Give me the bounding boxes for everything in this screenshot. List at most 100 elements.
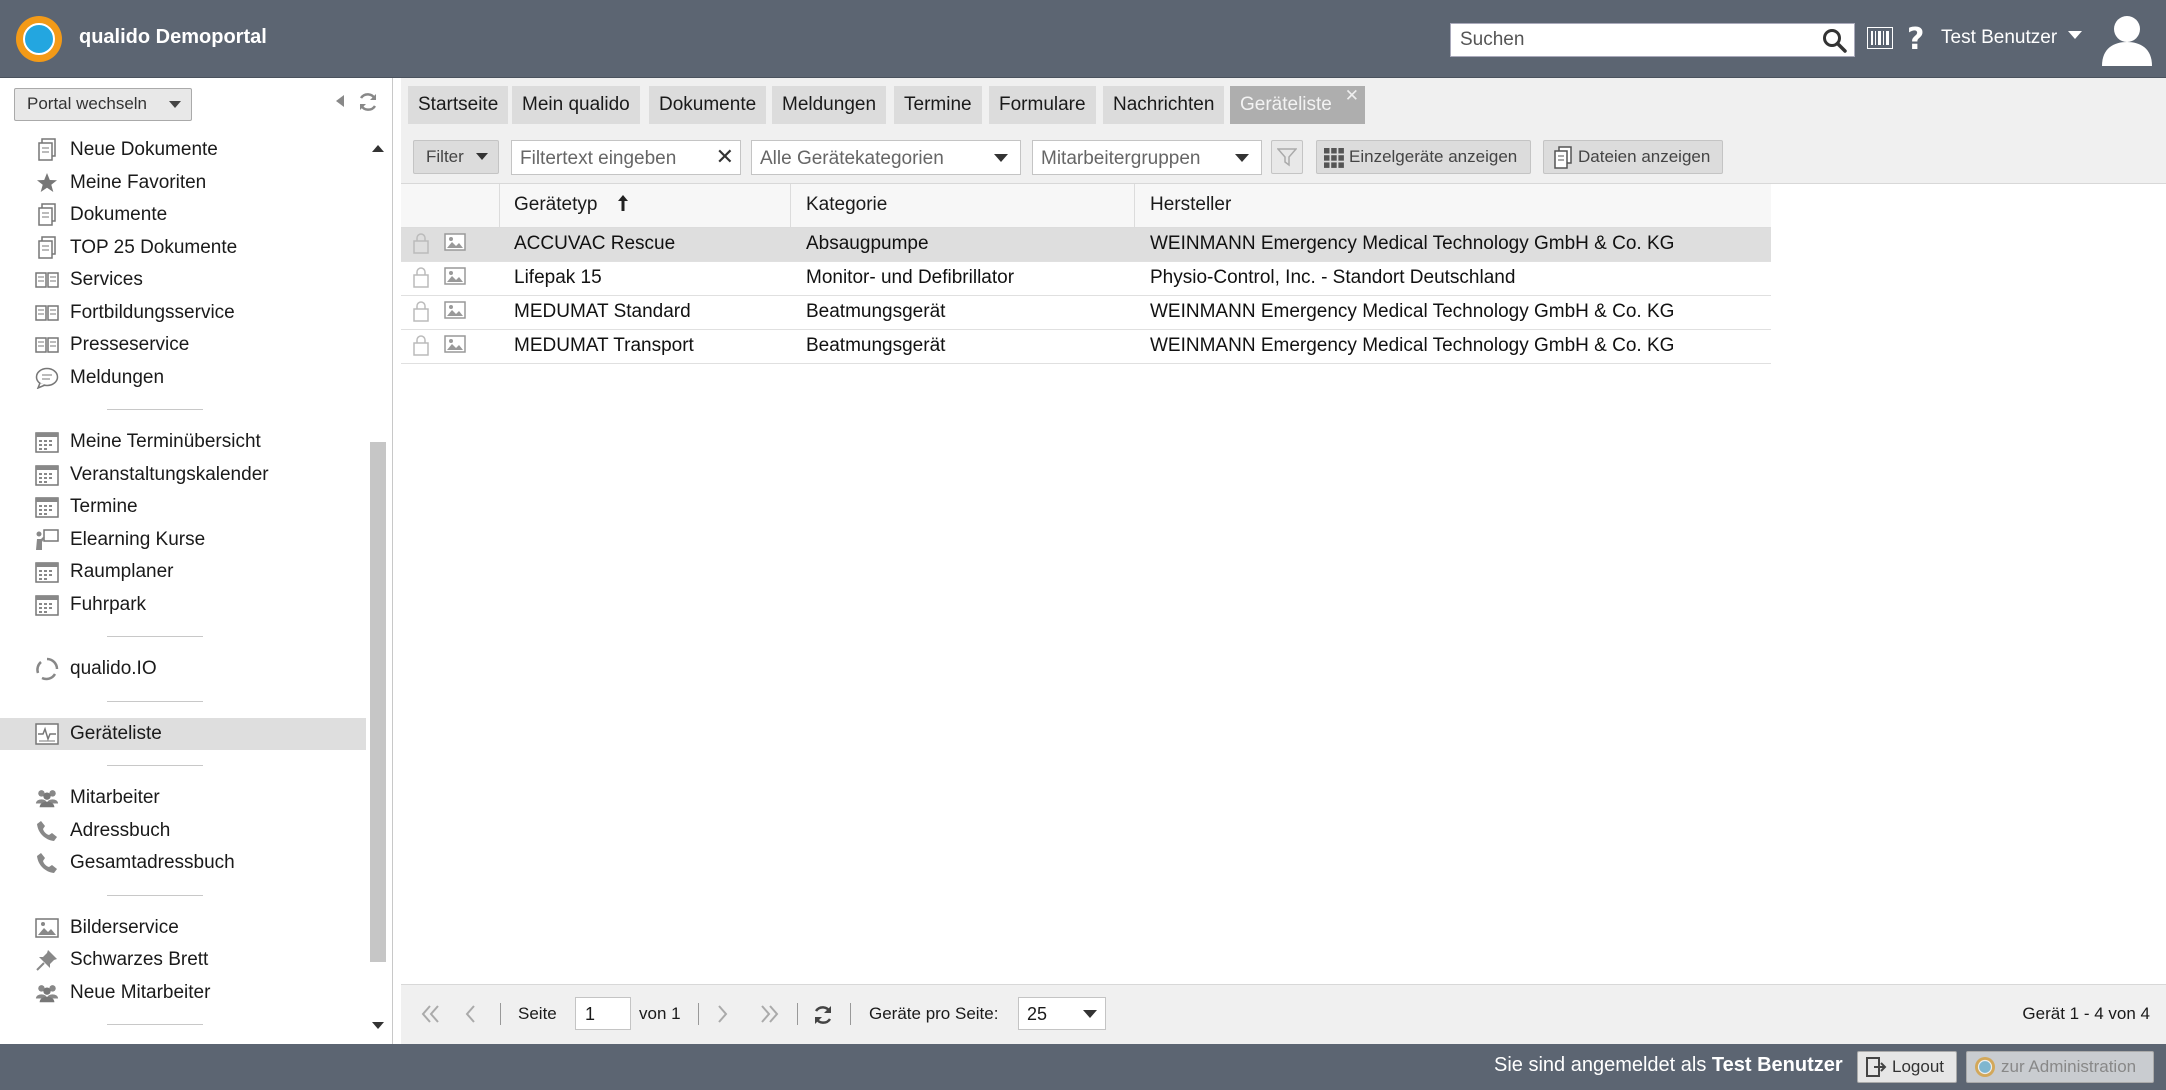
refresh-icon[interactable] — [811, 1003, 835, 1027]
sidebar-separator — [0, 394, 366, 426]
sidebar-item-neue-mitarbeiter[interactable]: Neue Mitarbeiter — [0, 977, 366, 1010]
sidebar-item-fortbildungsservice[interactable]: Fortbildungsservice — [0, 297, 366, 330]
close-icon[interactable]: ✕ — [1345, 86, 1359, 106]
logout-label: Logout — [1892, 1057, 1944, 1076]
tab-startseite[interactable]: Startseite — [408, 86, 509, 124]
image-icon[interactable] — [444, 335, 466, 353]
chevron-down-icon — [1083, 1010, 1097, 1018]
logout-button[interactable]: Logout — [1857, 1051, 1957, 1083]
table-row[interactable]: Lifepak 15 Monitor- und Defibrillator Ph… — [401, 262, 1771, 296]
sidebar-item-geraeteliste[interactable]: Geräteliste — [0, 717, 366, 750]
sidebar-item-schwarzes-brett[interactable]: Schwarzes Brett — [0, 944, 366, 977]
tab-meldungen[interactable]: Meldungen — [772, 86, 887, 124]
sidebar-item-elearning-kurse[interactable]: Elearning Kurse — [0, 524, 366, 557]
calendar-icon — [35, 430, 59, 454]
sidebar-item-dokumente[interactable]: Dokumente — [0, 199, 366, 232]
tab-mein-qualido[interactable]: Mein qualido — [512, 86, 640, 124]
scroll-down-icon[interactable] — [372, 1022, 384, 1030]
search-input[interactable] — [1451, 24, 1811, 56]
column-header-geraetetyp[interactable]: Gerätetyp — [514, 194, 629, 216]
sidebar-item-fuhrpark[interactable]: Fuhrpark — [0, 589, 366, 622]
refresh-icon[interactable] — [357, 91, 379, 113]
cell-hersteller: WEINMANN Emergency Medical Technology Gm… — [1150, 233, 1675, 254]
scroll-up-icon[interactable] — [372, 144, 384, 152]
document-lock-icon[interactable] — [411, 233, 431, 255]
portal-switch-button[interactable]: Portal wechseln — [14, 88, 192, 121]
collapse-sidebar-icon[interactable] — [336, 95, 345, 107]
sort-ascending-icon[interactable] — [617, 194, 629, 212]
logout-icon — [1866, 1057, 1887, 1077]
sidebar-item-adressbuch[interactable]: Adressbuch — [0, 815, 366, 848]
sidebar-item-termine[interactable]: Termine — [0, 491, 366, 524]
table-row[interactable]: MEDUMAT Standard Beatmungsgerät WEINMANN… — [401, 296, 1771, 330]
document-lock-icon[interactable] — [411, 301, 431, 323]
sidebar-item-gesamtadressbuch[interactable]: Gesamtadressbuch — [0, 847, 366, 880]
files-button[interactable]: Dateien anzeigen — [1543, 140, 1723, 174]
table-row[interactable]: ACCUVAC Rescue Absaugpumpe WEINMANN Emer… — [401, 228, 1771, 262]
user-name[interactable]: Test Benutzer — [1941, 27, 2057, 49]
pin-icon — [35, 948, 59, 972]
cell-hersteller: WEINMANN Emergency Medical Technology Gm… — [1150, 335, 1675, 356]
page-number-input[interactable]: 1 — [575, 997, 631, 1030]
top-header: qualido Demoportal ? Test Benutzer — [0, 0, 2166, 78]
image-icon[interactable] — [444, 301, 466, 319]
sidebar-item-label: Termine — [70, 496, 138, 518]
qualido-logo[interactable] — [16, 16, 62, 62]
search-icon[interactable] — [1822, 28, 1848, 54]
avatar[interactable] — [2100, 12, 2154, 66]
tab-nachrichten[interactable]: Nachrichten — [1103, 86, 1225, 124]
help-icon[interactable]: ? — [1905, 22, 1925, 54]
cell-hersteller: Physio-Control, Inc. - Standort Deutschl… — [1150, 267, 1516, 288]
first-page-icon[interactable] — [421, 1005, 441, 1023]
table-row[interactable]: MEDUMAT Transport Beatmungsgerät WEINMAN… — [401, 330, 1771, 364]
next-page-icon[interactable] — [717, 1005, 729, 1023]
filter-button[interactable]: Filter — [413, 140, 499, 174]
filter-text-field[interactable]: Filtertext eingeben ✕ — [511, 140, 741, 175]
category-select[interactable]: Alle Gerätekategorien — [751, 140, 1021, 175]
sidebar-item-meldungen[interactable]: Meldungen — [0, 362, 366, 395]
device-icon — [35, 722, 59, 746]
files-button-label: Dateien anzeigen — [1578, 147, 1711, 166]
pager-divider — [797, 1003, 798, 1025]
sidebar-item-neue-dokumente[interactable]: Neue Dokumente — [0, 134, 366, 167]
administration-button[interactable]: zur Administration — [1966, 1051, 2154, 1083]
chevron-down-icon[interactable] — [2068, 30, 2082, 40]
employee-group-select[interactable]: Mitarbeitergruppen — [1032, 140, 1262, 175]
clear-icon[interactable]: ✕ — [716, 144, 734, 170]
tab-geraeteliste[interactable]: Geräteliste ✕ — [1230, 86, 1365, 124]
login-status: Sie sind angemeldet als Test Benutzer — [1494, 1054, 1843, 1077]
sidebar-scrollbar-thumb[interactable] — [370, 442, 386, 962]
sidebar-item-services[interactable]: Services — [0, 264, 366, 297]
sidebar-item-mitarbeiter[interactable]: Mitarbeiter — [0, 782, 366, 815]
image-icon[interactable] — [444, 233, 466, 251]
column-header-kategorie[interactable]: Kategorie — [806, 194, 887, 216]
sidebar-item-label: Neue Mitarbeiter — [70, 981, 211, 1003]
sidebar-item-label: Meldungen — [70, 366, 165, 388]
document-icon — [35, 203, 59, 227]
document-icon — [35, 138, 59, 162]
image-icon[interactable] — [444, 267, 466, 285]
sidebar-nav: Neue Dokumente Meine Favoriten Dokumente… — [0, 134, 366, 1041]
single-devices-button[interactable]: Einzelgeräte anzeigen — [1316, 140, 1531, 174]
column-divider — [1134, 184, 1135, 228]
page-count-label: von 1 — [639, 1004, 681, 1023]
document-lock-icon[interactable] — [411, 267, 431, 289]
sidebar-item-presseservice[interactable]: Presseservice — [0, 329, 366, 362]
document-lock-icon[interactable] — [411, 335, 431, 357]
last-page-icon[interactable] — [759, 1005, 779, 1023]
barcode-icon[interactable] — [1867, 27, 1893, 49]
apply-filter-button[interactable] — [1271, 140, 1303, 174]
sidebar-item-meine-terminuebersicht[interactable]: Meine Terminübersicht — [0, 426, 366, 459]
column-header-hersteller[interactable]: Hersteller — [1150, 194, 1231, 216]
tab-dokumente[interactable]: Dokumente — [649, 86, 767, 124]
sidebar-item-veranstaltungskalender[interactable]: Veranstaltungskalender — [0, 459, 366, 492]
per-page-select[interactable]: 25 — [1018, 997, 1106, 1030]
sidebar-item-top25-dokumente[interactable]: TOP 25 Dokumente — [0, 232, 366, 265]
sidebar-item-meine-favoriten[interactable]: Meine Favoriten — [0, 167, 366, 200]
tab-termine[interactable]: Termine — [894, 86, 982, 124]
sidebar-item-qualido-io[interactable]: qualido.IO — [0, 653, 366, 686]
sidebar-item-raumplaner[interactable]: Raumplaner — [0, 556, 366, 589]
tab-formulare[interactable]: Formulare — [989, 86, 1096, 124]
previous-page-icon[interactable] — [464, 1005, 476, 1023]
sidebar-item-bilderservice[interactable]: Bilderservice — [0, 912, 366, 945]
